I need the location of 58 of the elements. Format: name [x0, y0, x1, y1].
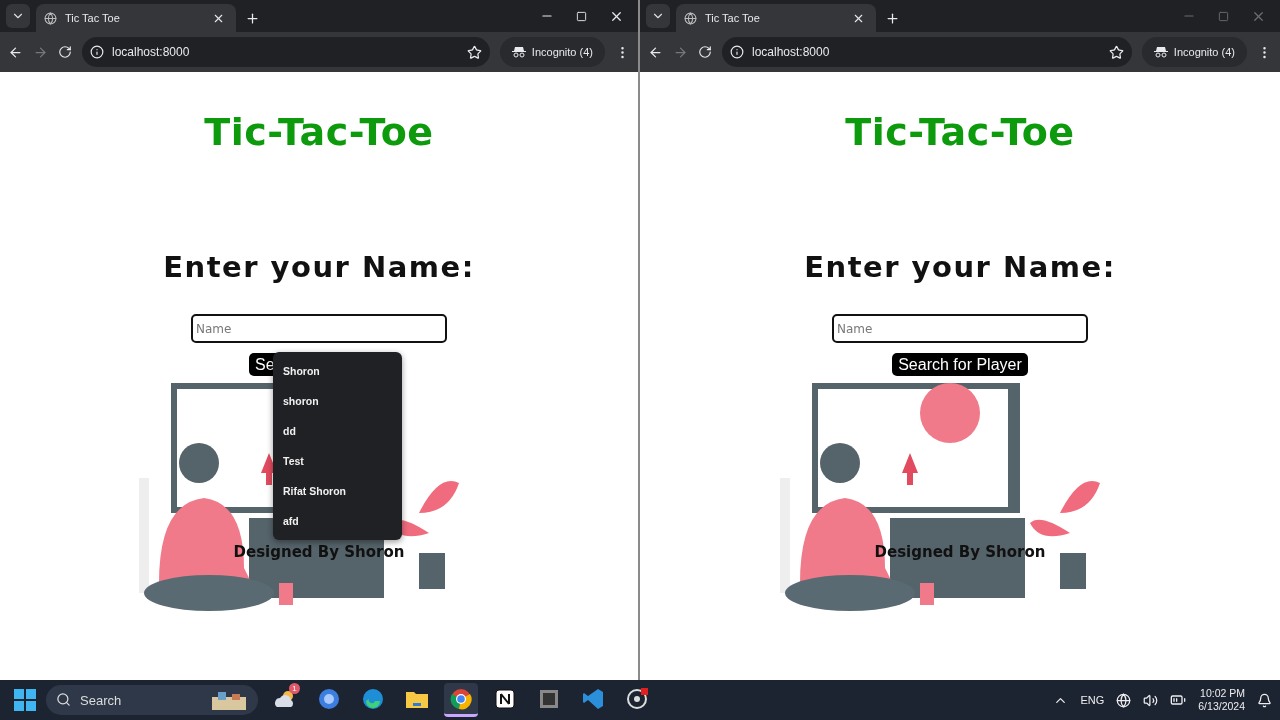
notifications-icon[interactable] — [1257, 692, 1272, 708]
search-player-button[interactable]: Search for Player — [892, 353, 1028, 376]
suggestion-item[interactable]: Test — [273, 446, 402, 476]
name-field[interactable]: Name — [832, 314, 1088, 343]
notification-badge: 1 — [289, 683, 300, 694]
name-field[interactable]: Name — [191, 314, 447, 343]
chrome-icon — [450, 687, 472, 710]
taskbar-search-field[interactable]: Search — [46, 685, 258, 715]
taskbar-app-button[interactable] — [444, 683, 478, 717]
suggestion-item[interactable]: afd — [273, 506, 402, 536]
star-icon[interactable] — [1108, 44, 1124, 60]
forward-icon[interactable] — [33, 44, 48, 60]
town-icon — [210, 689, 248, 711]
globe-icon — [1116, 692, 1132, 708]
back-icon[interactable] — [8, 44, 23, 60]
incognito-button[interactable]: Incognito (4) — [499, 37, 605, 67]
window-icon — [539, 688, 559, 709]
info-icon — [90, 45, 104, 59]
info-icon — [730, 45, 744, 59]
tab-title: Tic Tac Toe — [65, 12, 121, 24]
back-icon[interactable] — [648, 44, 663, 60]
clock[interactable]: 10:02 PM 6/13/2024 — [1198, 687, 1245, 713]
circle-icon — [318, 687, 340, 710]
browser-tab[interactable]: Tic Tac Toe — [36, 4, 236, 32]
taskbar-app-button[interactable]: 1 — [268, 683, 302, 717]
tab-list-button[interactable] — [6, 4, 30, 28]
battery-icon — [1170, 692, 1187, 708]
tab-list-button[interactable] — [646, 4, 670, 28]
browser-tab[interactable]: Tic Tac Toe — [676, 4, 876, 32]
reload-icon[interactable] — [698, 45, 712, 59]
windows-start-icon[interactable] — [14, 689, 36, 711]
name-heading: Enter your Name: — [163, 250, 475, 284]
address-bar[interactable]: localhost:8000 — [722, 37, 1132, 67]
language-indicator[interactable]: ENG — [1080, 694, 1105, 706]
name-heading: Enter your Name: — [804, 250, 1116, 284]
forward-icon[interactable] — [673, 44, 688, 60]
search-icon — [56, 692, 71, 707]
cube-icon — [495, 688, 515, 709]
globe-icon — [684, 11, 697, 25]
address-bar[interactable]: localhost:8000 — [82, 37, 490, 67]
volume-icon — [1143, 692, 1159, 708]
plus-icon — [884, 10, 900, 26]
suggestion-item[interactable]: shoron — [273, 386, 402, 416]
game-title: Tic-Tac-Toe — [845, 110, 1075, 154]
incognito-button[interactable]: Incognito (4) — [1141, 37, 1247, 67]
game-title: Tic-Tac-Toe — [204, 110, 434, 154]
globe-icon — [44, 11, 57, 25]
spy-icon — [1153, 46, 1168, 58]
plus-icon — [244, 10, 260, 26]
code-editor-icon — [582, 687, 604, 710]
record-icon — [626, 687, 648, 710]
star-icon[interactable] — [466, 44, 482, 60]
suggestion-item[interactable]: Rifat Shoron — [273, 476, 402, 506]
reload-icon[interactable] — [58, 45, 72, 59]
spy-icon — [511, 46, 526, 58]
tab-title: Tic Tac Toe — [705, 12, 761, 24]
swirl-icon — [362, 687, 384, 710]
suggestion-item[interactable]: dd — [273, 416, 402, 446]
